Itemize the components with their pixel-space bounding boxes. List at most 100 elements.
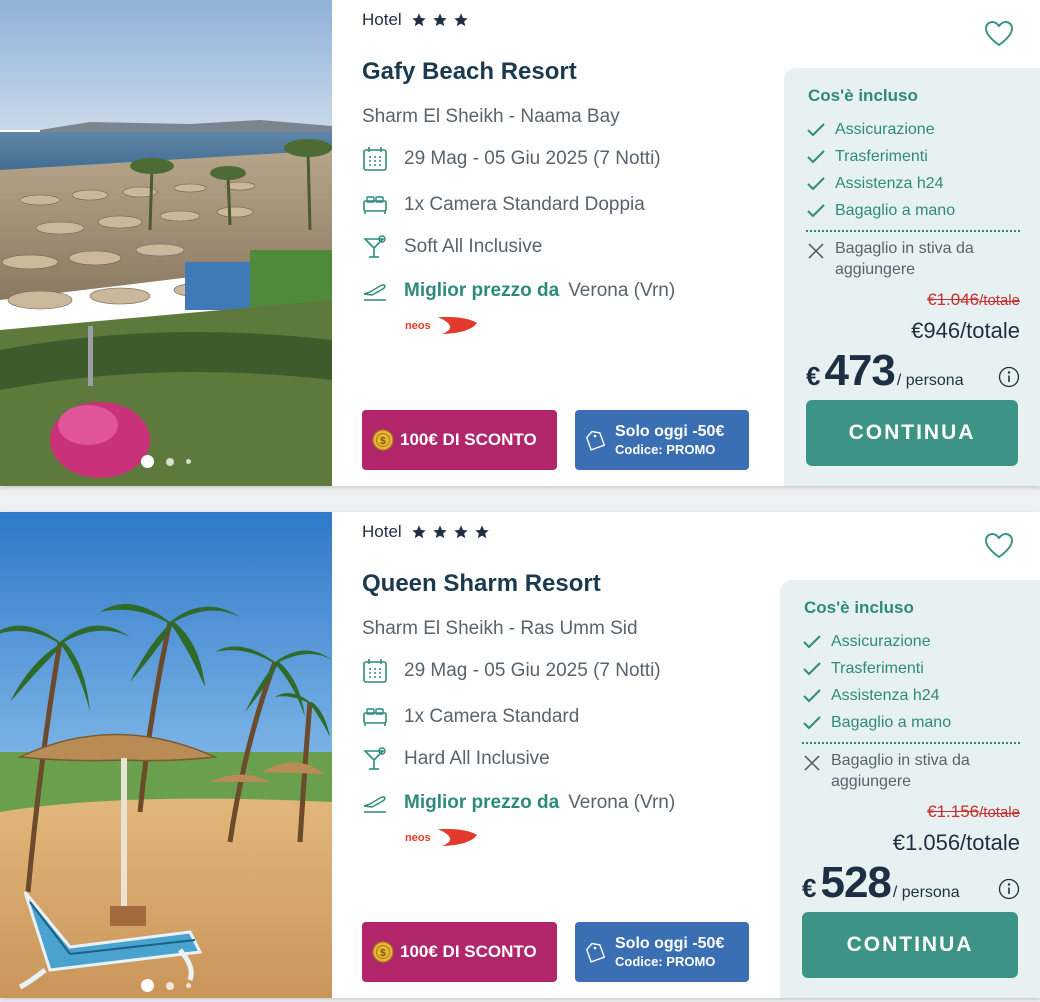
included-item-label: Assistenza h24	[835, 174, 944, 192]
carousel-dot[interactable]	[141, 979, 154, 992]
continue-button[interactable]: CONTINUA	[802, 912, 1018, 978]
discount-text: 100€ DI SCONTO	[400, 942, 537, 961]
carousel-dot[interactable]	[166, 457, 174, 466]
currency-symbol: €	[802, 873, 817, 903]
star-icon	[433, 525, 447, 539]
carousel-dots[interactable]	[0, 455, 332, 468]
carousel-dot[interactable]	[166, 981, 174, 990]
included-item: Trasferimenti	[806, 143, 955, 170]
hotel-name[interactable]: Queen Sharm Resort	[362, 570, 601, 598]
check-icon	[803, 634, 821, 648]
heart-icon[interactable]	[984, 532, 1014, 560]
old-price: €1.156/totale	[927, 802, 1020, 822]
check-icon	[807, 122, 825, 136]
room-type: 1x Camera Standard Doppia	[362, 192, 645, 218]
room-text: 1x Camera Standard	[404, 706, 580, 727]
included-item: Assistenza h24	[802, 682, 951, 709]
included-item-label: Trasferimenti	[831, 659, 924, 677]
travel-dates: 29 Mag - 05 Giu 2025 (7 Notti)	[362, 658, 661, 684]
total-price: €946/totale	[911, 318, 1020, 343]
excluded-item-label: Bagaglio in stiva da aggiungere	[831, 752, 970, 790]
check-icon	[807, 203, 825, 217]
promo-badge: Solo oggi -50€ Codice: PROMO	[575, 410, 749, 470]
check-icon	[807, 176, 825, 190]
svg-text:neos: neos	[405, 320, 431, 332]
hotel-card[interactable]: Hotel Queen Sharm Resort Sharm El Sheikh…	[0, 512, 1040, 998]
calendar-icon	[363, 659, 387, 683]
calendar-icon	[363, 147, 387, 171]
heart-icon[interactable]	[984, 20, 1014, 48]
hotel-name[interactable]: Gafy Beach Resort	[362, 58, 577, 86]
carousel-dot[interactable]	[141, 455, 154, 468]
price-per-person: € 473 / persona	[806, 346, 964, 396]
carousel-dot[interactable]	[186, 983, 191, 988]
carousel-dots[interactable]	[0, 979, 332, 992]
hotel-photo-carousel[interactable]	[0, 512, 332, 998]
svg-text:$: $	[380, 948, 386, 959]
hotel-label: Hotel	[362, 522, 402, 541]
check-icon	[803, 688, 821, 702]
hotel-info: Hotel Gafy Beach Resort Sharm El Sheikh …	[362, 0, 772, 486]
included-item-label: Assicurazione	[835, 120, 935, 138]
carousel-dot[interactable]	[186, 459, 191, 464]
flight-info: Miglior prezzo da Verona (Vrn)	[362, 278, 675, 304]
board-type: Soft All Inclusive	[362, 234, 542, 260]
cocktail-icon	[363, 235, 386, 258]
included-item-label: Assistenza h24	[831, 686, 940, 704]
airline-logo: neos	[405, 316, 477, 334]
plane-icon	[363, 284, 386, 301]
star-icon	[475, 525, 489, 539]
excluded-item: Bagaglio in stiva da aggiungere	[806, 238, 1015, 280]
included-item: Assistenza h24	[806, 170, 955, 197]
star-icon	[412, 525, 426, 539]
hotel-photo	[0, 512, 332, 998]
hotel-location: Sharm El Sheikh - Naama Bay	[362, 106, 620, 127]
included-item-label: Assicurazione	[831, 632, 931, 650]
best-price-label: Miglior prezzo da	[404, 280, 560, 301]
svg-text:$: $	[380, 436, 386, 447]
board-type: Hard All Inclusive	[362, 746, 550, 772]
included-title: Cos'è incluso	[804, 598, 914, 617]
discount-badge: $ 100€ DI SCONTO	[362, 922, 557, 982]
excluded-item-label: Bagaglio in stiva da aggiungere	[835, 240, 974, 278]
hotel-label: Hotel	[362, 10, 402, 29]
room-text: 1x Camera Standard Doppia	[404, 194, 645, 215]
promo-badge: Solo oggi -50€ Codice: PROMO	[575, 922, 749, 982]
check-icon	[803, 715, 821, 729]
departure-airport: Verona (Vrn)	[568, 792, 676, 813]
close-icon	[808, 243, 824, 259]
discount-text: 100€ DI SCONTO	[400, 430, 537, 449]
included-item: Trasferimenti	[802, 655, 951, 682]
total-price: €1.056/totale	[892, 830, 1020, 855]
hotel-photo-carousel[interactable]	[0, 0, 332, 486]
star-icon	[454, 13, 468, 27]
price-panel: Cos'è incluso Assicurazione Trasferiment…	[784, 68, 1040, 486]
star-rating	[411, 12, 469, 28]
per-person-label: / persona	[896, 372, 964, 389]
info-icon[interactable]	[998, 366, 1020, 388]
room-type: 1x Camera Standard	[362, 704, 579, 730]
price-per-person: € 528 / persona	[802, 858, 960, 908]
hotel-card[interactable]: Hotel Gafy Beach Resort Sharm El Sheikh …	[0, 0, 1040, 486]
close-icon	[804, 755, 820, 771]
cocktail-icon	[363, 747, 386, 770]
per-person-amount: 473	[824, 346, 895, 395]
hotel-photo	[0, 0, 332, 486]
info-icon[interactable]	[998, 878, 1020, 900]
check-icon	[803, 661, 821, 675]
discount-badge: $ 100€ DI SCONTO	[362, 410, 557, 470]
star-icon	[433, 13, 447, 27]
old-price-amount: €1.156	[927, 802, 980, 821]
per-person-amount: 528	[820, 858, 891, 907]
included-item-label: Bagaglio a mano	[831, 713, 952, 731]
departure-airport: Verona (Vrn)	[568, 280, 676, 301]
divider	[802, 742, 1020, 744]
continue-button[interactable]: CONTINUA	[806, 400, 1018, 466]
old-price-unit: /totale	[979, 292, 1020, 309]
hotel-location: Sharm El Sheikh - Ras Umm Sid	[362, 618, 638, 639]
currency-symbol: €	[806, 361, 821, 391]
dates-text: 29 Mag - 05 Giu 2025 (7 Notti)	[404, 660, 661, 681]
divider	[806, 230, 1020, 232]
hotel-info: Hotel Queen Sharm Resort Sharm El Sheikh…	[362, 512, 772, 998]
star-icon	[412, 13, 426, 27]
